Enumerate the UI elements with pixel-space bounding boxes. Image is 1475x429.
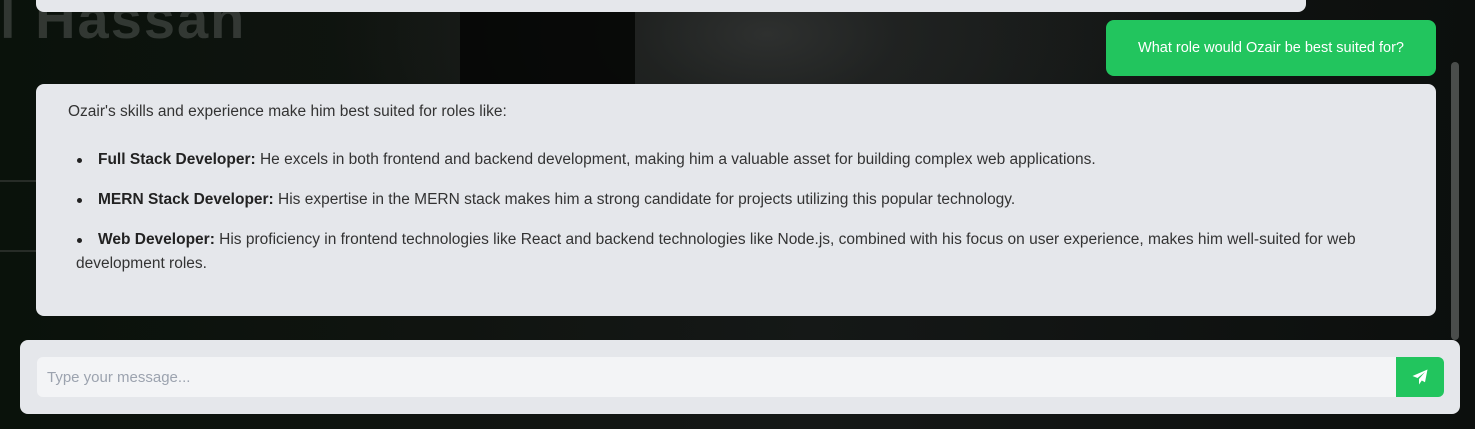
assistant-message-bubble: Ozair's skills and experience make him b… bbox=[36, 84, 1436, 316]
list-item: Web Developer: His proficiency in fronte… bbox=[76, 228, 1404, 276]
role-description: His proficiency in frontend technologies… bbox=[76, 231, 1356, 272]
chat-scrollbar[interactable] bbox=[1451, 62, 1459, 340]
role-description: His expertise in the MERN stack makes hi… bbox=[278, 191, 1016, 208]
message-input[interactable] bbox=[37, 357, 1396, 397]
background-image-block bbox=[460, 0, 635, 90]
role-list: Full Stack Developer: He excels in both … bbox=[68, 148, 1404, 276]
role-title: Full Stack Developer: bbox=[98, 151, 256, 168]
message-composer bbox=[20, 340, 1460, 414]
assistant-intro-text: Ozair's skills and experience make him b… bbox=[68, 103, 507, 120]
user-message-text: What role would Ozair be best suited for… bbox=[1138, 40, 1404, 56]
role-title: MERN Stack Developer: bbox=[98, 191, 274, 208]
role-description: He excels in both frontend and backend d… bbox=[259, 151, 1096, 168]
previous-message-bubble bbox=[36, 0, 1306, 12]
user-message-bubble: What role would Ozair be best suited for… bbox=[1106, 20, 1436, 76]
background-divider bbox=[0, 180, 40, 182]
send-button[interactable] bbox=[1396, 357, 1444, 397]
list-item: Full Stack Developer: He excels in both … bbox=[76, 148, 1404, 172]
background-divider bbox=[0, 250, 40, 252]
list-item: MERN Stack Developer: His expertise in t… bbox=[76, 188, 1404, 212]
paper-plane-icon bbox=[1412, 369, 1428, 385]
role-title: Web Developer: bbox=[98, 231, 215, 248]
